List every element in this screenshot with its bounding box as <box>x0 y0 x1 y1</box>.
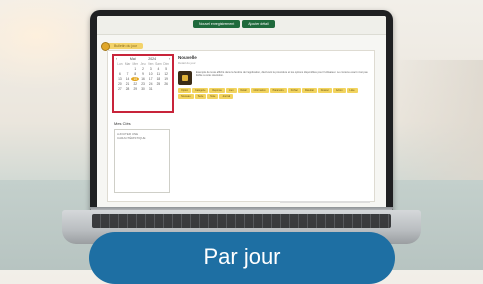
notes-title: Mes Clés <box>114 121 131 126</box>
calendar-day[interactable]: 27 <box>116 87 124 91</box>
calendar-weekday: Mer <box>132 62 139 66</box>
laptop-lid: Nouvel enregistrement Ajouter détail Bul… <box>90 10 393 213</box>
content-area: Nouvelle Détail du jour Exemple de texte… <box>178 55 368 99</box>
add-detail-button[interactable]: Ajouter détail <box>242 20 275 28</box>
calendar-day[interactable]: 30 <box>139 87 147 91</box>
tag-chip[interactable]: Réponse <box>209 88 225 93</box>
breadcrumb-label: Bulletin du jour <box>114 44 138 48</box>
calendar-day[interactable]: 2 <box>139 67 147 71</box>
tag-chip[interactable]: Dossier <box>317 88 332 93</box>
product-logo-icon <box>178 71 192 85</box>
laptop: Nouvel enregistrement Ajouter détail Bul… <box>0 0 483 270</box>
calendar-day[interactable]: 12 <box>162 72 170 76</box>
calendar-day[interactable]: 29 <box>131 87 139 91</box>
calendar-day[interactable]: 22 <box>131 82 139 86</box>
calendar-prev-button[interactable]: ‹ <box>116 57 117 61</box>
keyboard <box>92 214 391 228</box>
tag-chip[interactable]: Information <box>250 88 269 93</box>
calendar-grid: Lun Mar Mer Jeu Ven Sam Dim 1 2 3 4 5 6 7 8 9 10 11 12 13 14… <box>114 62 172 91</box>
calendar-weekday: Jeu <box>140 62 146 66</box>
calendar-day[interactable]: 20 <box>116 82 124 86</box>
app-topbar: Nouvel enregistrement Ajouter détail <box>97 16 386 35</box>
calendar-day <box>155 87 163 91</box>
calendar-day[interactable]: 16 <box>139 77 147 81</box>
tag-chip[interactable]: Détail <box>237 88 250 93</box>
tag-chip[interactable]: Nouveau <box>178 94 194 99</box>
calendar-day[interactable]: 26 <box>162 82 170 86</box>
tag-chip[interactable]: Lien <box>226 88 237 93</box>
notes-textarea[interactable]: AJOUTER UNE CARACTÉRISTIQUE <box>114 129 170 193</box>
tag-chip[interactable]: Paramètre <box>269 88 287 93</box>
calendar-day[interactable]: 11 <box>155 72 163 76</box>
content-row: Exemple de texte affiché dans la fenêtre… <box>178 71 368 85</box>
calendar-day[interactable]: 31 <box>147 87 155 91</box>
calendar-day[interactable]: 25 <box>155 82 163 86</box>
tag-chip[interactable]: Journal <box>219 94 234 99</box>
calendar-day[interactable]: 23 <box>139 82 147 86</box>
calendar-day[interactable]: 6 <box>116 72 124 76</box>
tag-chip[interactable]: Option <box>178 88 192 93</box>
calendar-day[interactable]: 24 <box>147 82 155 86</box>
content-paragraph: Exemple de texte affiché dans la fenêtre… <box>196 71 368 78</box>
calendar-day[interactable]: 1 <box>131 67 139 71</box>
cta-banner[interactable]: Par jour <box>89 232 395 284</box>
horizontal-scrollbar[interactable] <box>280 201 370 203</box>
calendar-day[interactable]: 21 <box>124 82 132 86</box>
calendar-day[interactable]: 19 <box>162 77 170 81</box>
calendar-weekday: Dim <box>163 62 169 66</box>
calendar-weekday: Sam <box>155 62 162 66</box>
tag-chip[interactable]: Résultat <box>301 88 317 93</box>
calendar-day <box>162 87 170 91</box>
calendar-next-button[interactable]: › <box>169 57 170 61</box>
tag-chip[interactable]: Action <box>332 88 346 93</box>
calendar-widget: ‹ Mai 2024 › Lun Mar Mer Jeu Ven Sam Dim 1 2 3 4 5 6… <box>112 54 174 113</box>
main-panel: ‹ Mai 2024 › Lun Mar Mer Jeu Ven Sam Dim 1 2 3 4 5 6… <box>107 50 375 203</box>
tag-chip[interactable]: Liste <box>346 88 358 93</box>
calendar-day[interactable]: 8 <box>131 72 139 76</box>
calendar-day[interactable]: 15 <box>131 77 140 81</box>
calendar-day[interactable]: 10 <box>147 72 155 76</box>
calendar-weekday: Ven <box>147 62 154 66</box>
breadcrumb[interactable]: Bulletin du jour <box>101 42 144 51</box>
calendar-month[interactable]: Mai <box>130 57 136 61</box>
tag-chip[interactable]: Catégorie <box>192 88 209 93</box>
new-record-button[interactable]: Nouvel enregistrement <box>193 20 241 28</box>
calendar-weekday: Lun <box>117 62 123 66</box>
tag-list: Option Catégorie Réponse Lien Détail Informat… <box>178 88 368 99</box>
content-subtitle: Détail du jour <box>178 61 196 65</box>
calendar-year[interactable]: 2024 <box>148 57 156 61</box>
calendar-day[interactable]: 7 <box>124 72 132 76</box>
calendar-day[interactable]: 5 <box>162 67 170 71</box>
calendar-day[interactable]: 9 <box>139 72 147 76</box>
laptop-screen: Nouvel enregistrement Ajouter détail Bul… <box>97 16 386 209</box>
calendar-day[interactable]: 17 <box>147 77 155 81</box>
content-title: Nouvelle <box>178 55 197 60</box>
calendar-day[interactable]: 3 <box>147 67 155 71</box>
tag-chip[interactable]: Note <box>207 94 219 99</box>
calendar-day[interactable]: 14 <box>124 77 132 81</box>
tag-chip[interactable]: Fichier <box>287 88 301 93</box>
calendar-day[interactable]: 13 <box>116 77 124 81</box>
topbar-buttons: Nouvel enregistrement Ajouter détail <box>193 20 275 28</box>
tag-chip[interactable]: Texte <box>194 94 207 99</box>
calendar-day <box>124 67 132 71</box>
calendar-day[interactable]: 28 <box>124 87 132 91</box>
calendar-day[interactable]: 4 <box>155 67 163 71</box>
calendar-day <box>116 67 124 71</box>
calendar-weekday: Mar <box>124 62 131 66</box>
calendar-day[interactable]: 18 <box>155 77 163 81</box>
